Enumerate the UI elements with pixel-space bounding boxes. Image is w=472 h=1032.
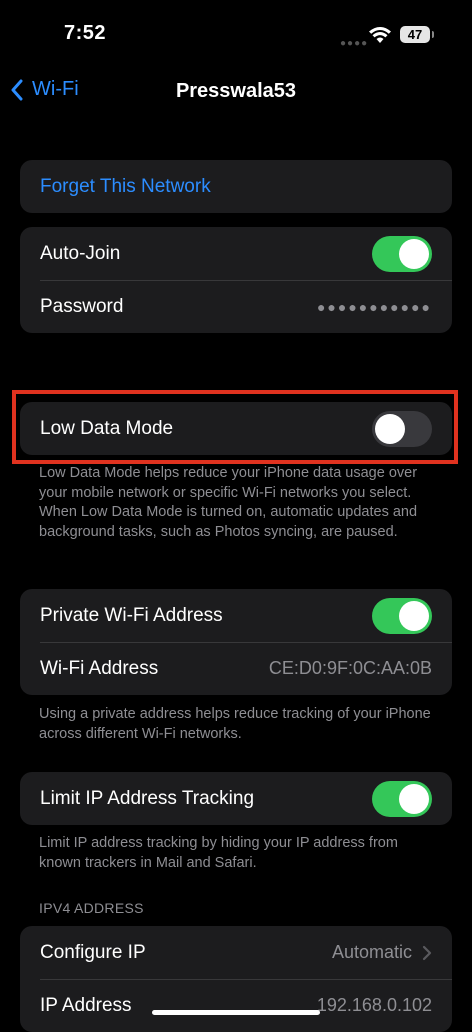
limit-ip-group: Limit IP Address Tracking	[20, 772, 452, 825]
toggle-knob	[399, 600, 429, 631]
chevron-right-icon	[422, 945, 432, 960]
limit-ip-toggle[interactable]	[372, 780, 432, 817]
wifi-icon	[369, 27, 391, 43]
ip-address-value: 192.168.0.102	[316, 995, 432, 1015]
join-group: Auto-Join Password ●●●●●●●●●●●	[20, 227, 452, 333]
wifi-address-row: Wi-Fi Address CE:D0:9F:0C:AA:0B	[20, 642, 452, 695]
password-label: Password	[40, 295, 124, 317]
page-title: Presswala53	[175, 80, 297, 102]
ipv4-group: Configure IP Automatic IP Address 192.16…	[20, 926, 452, 1032]
password-value: ●●●●●●●●●●●	[316, 298, 432, 315]
private-address-group: Private Wi-Fi Address Wi-Fi Address CE:D…	[20, 589, 452, 695]
private-address-row: Private Wi-Fi Address	[20, 589, 452, 642]
private-address-note: Using a private address helps reduce tra…	[39, 706, 431, 742]
limit-ip-note: Limit IP address tracking by hiding your…	[39, 835, 398, 871]
private-address-label: Private Wi-Fi Address	[40, 604, 223, 626]
home-indicator[interactable]	[152, 1010, 320, 1015]
forget-network-button[interactable]: Forget This Network	[20, 160, 452, 213]
configure-ip-label: Configure IP	[40, 941, 146, 963]
wifi-address-label: Wi-Fi Address	[40, 657, 159, 679]
ipv4-section-header: IPV4 ADDRESS	[39, 900, 144, 916]
password-row[interactable]: Password ●●●●●●●●●●●	[20, 280, 452, 333]
signal-icon: ●●●●	[340, 38, 369, 49]
battery-icon: 47	[400, 26, 430, 43]
forget-network-label: Forget This Network	[40, 175, 211, 197]
private-address-toggle[interactable]	[372, 597, 432, 634]
highlight-box	[12, 390, 458, 464]
toggle-knob	[399, 783, 429, 814]
ip-address-row: IP Address 192.168.0.102	[20, 979, 452, 1032]
configure-ip-value: Automatic	[331, 942, 412, 962]
status-time: 7:52	[64, 22, 107, 44]
limit-ip-row: Limit IP Address Tracking	[20, 772, 452, 825]
toggle-knob	[399, 238, 429, 269]
auto-join-toggle[interactable]	[372, 235, 432, 272]
auto-join-label: Auto-Join	[40, 242, 121, 264]
wifi-address-value: CE:D0:9F:0C:AA:0B	[268, 658, 432, 678]
forget-group: Forget This Network	[20, 160, 452, 213]
limit-ip-label: Limit IP Address Tracking	[40, 787, 255, 809]
low-data-mode-note: Low Data Mode helps reduce your iPhone d…	[39, 465, 418, 540]
status-bar: 7:52 ●●●● 47	[0, 0, 472, 70]
battery-tip	[432, 31, 434, 38]
auto-join-row: Auto-Join	[20, 227, 452, 280]
configure-ip-row[interactable]: Configure IP Automatic	[20, 926, 452, 979]
navigation-bar: Wi-Fi Presswala53	[0, 70, 472, 114]
